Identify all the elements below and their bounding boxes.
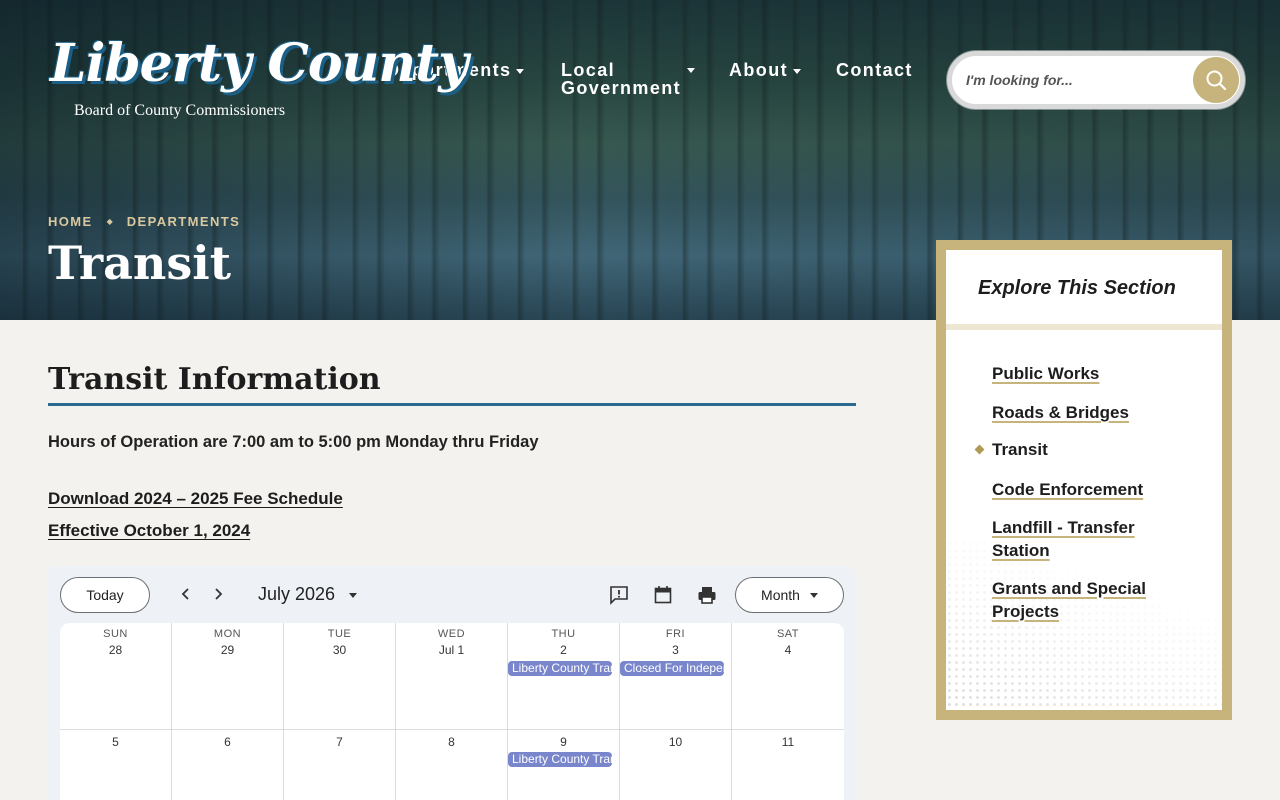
view-selector[interactable]: Month [735, 577, 844, 613]
day-number: 9 [560, 735, 567, 749]
sidebar-item-transit[interactable]: Transit [992, 438, 1172, 461]
sidebar-item-grants[interactable]: Grants and Special Projects [992, 577, 1162, 623]
chevron-left-icon [181, 588, 189, 600]
chevron-down-icon [349, 592, 358, 598]
day-number: 28 [108, 643, 123, 657]
calendar-grid: SUN 28 MON 29 TUE 30 WED Jul 1 THU 2 Lib… [60, 623, 844, 800]
today-button[interactable]: Today [60, 577, 150, 613]
logo-subtitle: Board of County Commissioners [74, 102, 286, 119]
calendar-day[interactable]: 5 [60, 730, 172, 800]
next-month-button[interactable] [206, 582, 230, 606]
day-number: 4 [784, 643, 792, 657]
calendar-event[interactable]: Liberty County Transit [508, 661, 612, 676]
prev-month-button[interactable] [174, 582, 198, 606]
calendar-day[interactable]: 6 [172, 730, 284, 800]
month-selector[interactable]: July 2026 [258, 584, 358, 605]
calendar-day[interactable]: 8 [396, 730, 508, 800]
county-logo[interactable]: Liberty County Board of County Commissio… [50, 34, 468, 126]
day-number: 29 [220, 643, 235, 657]
day-number: 3 [672, 643, 679, 657]
sidebar-item-label: Code Enforcement [992, 480, 1144, 499]
day-number: 30 [332, 643, 347, 657]
sidebar-item-label: Transit [992, 440, 1048, 459]
feedback-button[interactable] [607, 583, 631, 607]
calendar-day[interactable]: FRI 3 Closed For Independence Day [620, 623, 732, 730]
nav-about-label: About [729, 60, 788, 80]
calendar-day[interactable]: WED Jul 1 [396, 623, 508, 730]
sidebar-item-code-enforcement[interactable]: Code Enforcement [992, 478, 1172, 501]
calendar-day[interactable]: 11 [732, 730, 844, 800]
nav-about[interactable]: About [729, 61, 801, 79]
day-number: 6 [224, 735, 231, 749]
calendar-day[interactable]: SUN 28 [60, 623, 172, 730]
nav-contact[interactable]: Contact [836, 61, 913, 79]
feedback-icon [610, 586, 628, 605]
calendar-day[interactable]: 7 [284, 730, 396, 800]
sidebar-title: Explore This Section [978, 277, 1176, 299]
day-number: 10 [668, 735, 683, 749]
search-box [947, 51, 1245, 109]
day-number: 2 [560, 643, 567, 657]
nav-local-government-line2: Government [561, 78, 682, 98]
sidebar-item-label: Public Works [992, 364, 1100, 383]
sidebar-item-public-works[interactable]: Public Works [992, 362, 1172, 385]
breadcrumb: HOME ◆ DEPARTMENTS [48, 214, 240, 229]
nav-local-government[interactable]: Local Government [561, 60, 695, 98]
sidebar-header: Explore This Section [946, 250, 1222, 324]
search-input[interactable] [966, 66, 1186, 94]
day-number: 7 [336, 735, 343, 749]
nav-contact-label: Contact [836, 60, 913, 80]
print-icon [698, 587, 716, 604]
calendar-event[interactable]: Closed For Independence Day [620, 661, 724, 676]
sidebar-item-label: Grants and Special Projects [992, 579, 1146, 621]
weekday-label: THU [551, 628, 576, 640]
weekday-label: TUE [327, 628, 352, 640]
day-number: 5 [112, 735, 119, 749]
breadcrumb-departments[interactable]: DEPARTMENTS [127, 214, 240, 229]
day-number: Jul 1 [438, 643, 465, 657]
weekday-label: SUN [103, 628, 128, 640]
chevron-down-icon [809, 592, 818, 598]
calendar-icon [654, 586, 672, 604]
search-icon [1206, 70, 1227, 91]
weekday-label: MON [213, 628, 242, 640]
logo-script-text: Liberty County [50, 33, 468, 94]
sidebar-item-landfill[interactable]: Landfill - Transfer Station [992, 516, 1162, 562]
chevron-down-icon [792, 68, 801, 74]
calendar-day[interactable]: 10 [620, 730, 732, 800]
view-label: Month [761, 587, 800, 603]
breadcrumb-home[interactable]: HOME [48, 214, 93, 229]
day-number: 8 [448, 735, 455, 749]
calendar-day[interactable]: MON 29 [172, 623, 284, 730]
calendar-event[interactable]: Liberty County Transit [508, 752, 612, 767]
weekday-label: SAT [776, 628, 800, 640]
chevron-down-icon [687, 68, 695, 73]
calendar-day[interactable]: THU 2 Liberty County Transit [508, 623, 620, 730]
section-heading: Transit Information [48, 362, 381, 397]
chevron-down-icon [516, 68, 525, 74]
fee-schedule-link[interactable]: Download 2024 – 2025 Fee Schedule [48, 489, 343, 509]
weekday-label: WED [437, 628, 466, 640]
heading-divider [48, 403, 856, 406]
calendar-day[interactable]: 9 Liberty County Transit [508, 730, 620, 800]
breadcrumb-separator-icon: ◆ [106, 217, 113, 226]
search-button[interactable] [1193, 57, 1239, 103]
sidebar-item-roads-bridges[interactable]: Roads & Bridges [992, 401, 1172, 424]
weekday-label: FRI [665, 628, 686, 640]
page-title: Transit [48, 236, 231, 290]
print-button[interactable] [695, 583, 719, 607]
nav-local-government-line1: Local [561, 60, 616, 80]
calendar-view-button[interactable] [651, 583, 675, 607]
hours-of-operation: Hours of Operation are 7:00 am to 5:00 p… [48, 433, 539, 451]
calendar-day[interactable]: SAT 4 [732, 623, 844, 730]
effective-date-link[interactable]: Effective October 1, 2024 [48, 521, 250, 541]
day-number: 11 [781, 735, 795, 749]
month-label: July 2026 [258, 584, 336, 604]
sidebar-item-label: Landfill - Transfer Station [992, 518, 1135, 560]
calendar-day[interactable]: TUE 30 [284, 623, 396, 730]
chevron-right-icon [215, 588, 223, 600]
sidebar-item-label: Roads & Bridges [992, 403, 1129, 422]
